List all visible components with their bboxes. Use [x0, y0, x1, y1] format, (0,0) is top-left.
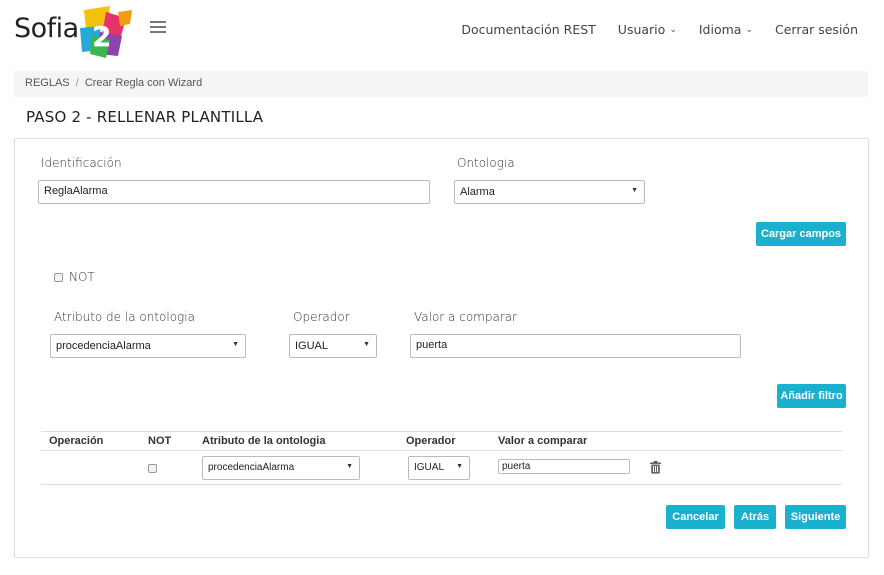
breadcrumb-root[interactable]: REGLAS	[25, 77, 70, 89]
logo-mark-icon: 2	[80, 6, 132, 58]
col-operador: Operador	[406, 435, 456, 447]
atributo-select[interactable]: procedenciaAlarma ▼	[50, 334, 246, 358]
row-operador-value: IGUAL	[414, 462, 445, 473]
ontologia-select-value: Alarma	[460, 186, 495, 198]
sofia2-logo[interactable]: Sofia 2	[14, 6, 134, 58]
valor-input[interactable]: puerta	[410, 334, 741, 358]
nav-language-dropdown[interactable]: Idioma ⌄	[699, 22, 753, 37]
col-valor: Valor a comparar	[498, 435, 588, 447]
row-atributo-value: procedenciaAlarma	[208, 462, 295, 473]
nav-user-label: Usuario	[617, 22, 666, 37]
identificacion-input[interactable]: ReglaAlarma	[38, 180, 430, 204]
breadcrumb-separator: /	[75, 77, 79, 89]
row-valor-input[interactable]: puerta	[498, 459, 630, 474]
logo-text: Sofia	[14, 13, 79, 44]
dropdown-arrow-icon: ▼	[456, 463, 463, 470]
nav-logout-label: Cerrar sesión	[774, 22, 858, 37]
dropdown-arrow-icon: ▼	[232, 341, 239, 348]
add-filter-button[interactable]: Añadir filtro	[777, 384, 846, 408]
rule-form-panel: Identificación ReglaAlarma Ontologia Ala…	[14, 138, 869, 558]
not-label: NOT	[69, 270, 95, 284]
filters-table-header: Operación NOT Atributo de la ontologia O…	[41, 431, 842, 451]
operador-select[interactable]: IGUAL ▼	[289, 334, 377, 358]
col-atributo: Atributo de la ontologia	[202, 435, 326, 447]
nav-language-label: Idioma	[698, 22, 742, 37]
back-button[interactable]: Atrás	[734, 505, 776, 529]
ontologia-label: Ontologia	[457, 156, 515, 170]
chevron-down-icon: ⌄	[745, 24, 753, 35]
col-operacion: Operación	[49, 435, 104, 447]
page-title: PASO 2 - RELLENAR PLANTILLA	[26, 108, 264, 126]
nav-logout-link[interactable]: Cerrar sesión	[775, 22, 858, 37]
dropdown-arrow-icon: ▼	[363, 341, 370, 348]
row-atributo-select[interactable]: procedenciaAlarma ▼	[202, 456, 360, 480]
not-checkbox[interactable]	[54, 273, 63, 282]
top-nav: Documentación REST Usuario ⌄ Idioma ⌄ Ce…	[461, 22, 858, 37]
nav-user-dropdown[interactable]: Usuario ⌄	[618, 22, 677, 37]
nav-docs-link[interactable]: Documentación REST	[461, 22, 595, 37]
atributo-label: Atributo de la ontologia	[54, 310, 195, 324]
table-row: procedenciaAlarma ▼ IGUAL ▼ puerta	[41, 451, 842, 485]
chevron-down-icon: ⌄	[669, 24, 677, 35]
row-operador-select[interactable]: IGUAL ▼	[408, 456, 470, 480]
dropdown-arrow-icon: ▼	[346, 463, 353, 470]
valor-label: Valor a comparar	[414, 310, 518, 324]
trash-icon[interactable]	[650, 461, 661, 474]
next-button[interactable]: Siguiente	[785, 505, 846, 529]
operador-select-value: IGUAL	[295, 340, 329, 352]
logo-badge: 2	[92, 20, 111, 53]
menu-toggle-icon[interactable]	[150, 21, 166, 35]
app-header: Sofia 2 Documentación REST Usuario ⌄ Idi…	[0, 0, 884, 62]
col-not: NOT	[148, 435, 172, 447]
breadcrumb-current: Crear Regla con Wizard	[84, 77, 203, 89]
ontologia-select[interactable]: Alarma ▼	[454, 180, 645, 204]
nav-docs-label: Documentación REST	[461, 22, 596, 37]
dropdown-arrow-icon: ▼	[631, 187, 638, 194]
breadcrumb: REGLAS / Crear Regla con Wizard	[14, 71, 868, 97]
cancel-button[interactable]: Cancelar	[666, 505, 725, 529]
load-fields-button[interactable]: Cargar campos	[756, 222, 846, 246]
operador-label: Operador	[293, 310, 350, 324]
atributo-select-value: procedenciaAlarma	[56, 340, 151, 352]
row-not-checkbox[interactable]	[148, 464, 157, 473]
identificacion-label: Identificación	[41, 156, 122, 170]
